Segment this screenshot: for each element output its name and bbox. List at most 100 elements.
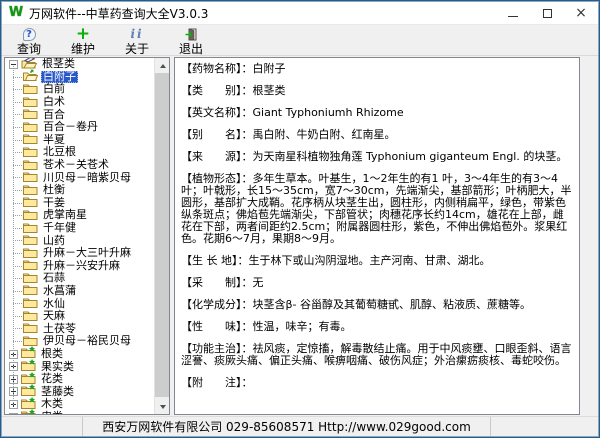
toolbar: ? 查询 + 维护 ii 关于 退出 [2, 25, 598, 56]
exit-button-label: 退出 [179, 42, 203, 56]
tree-connector-line [13, 215, 22, 216]
detail-section-text: 无 [253, 276, 264, 289]
status-panel-left [2, 417, 83, 436]
detail-section: 【采 制】：无 [181, 277, 573, 289]
tree-connector-line [13, 177, 22, 178]
scroll-down-button[interactable] [155, 399, 170, 414]
detail-section-label: 【英文名称】： [181, 106, 253, 119]
tree-connector-line [13, 341, 22, 342]
about-button-label: 关于 [125, 42, 149, 56]
minimize-icon [508, 16, 518, 17]
tree-connector-line [13, 228, 22, 229]
tree-item-label: 川贝母－暗紫贝母 [41, 172, 133, 184]
detail-section-text: Giant Typhoniumh Rhizome [253, 106, 404, 119]
starred-folder-icon [21, 409, 36, 414]
tree-item-label: 百合 [41, 109, 67, 121]
tree-item-label: 白前 [41, 83, 67, 95]
expand-box-icon[interactable] [9, 413, 18, 414]
tree-item-label: 花类 [39, 373, 65, 385]
scrollbar-thumb[interactable] [155, 73, 170, 397]
tree-item-label: 石蒜 [41, 272, 67, 284]
close-icon: × [575, 6, 587, 20]
app-window: W 万网软件--中草药查询大全V3.0.3 × ? 查询 + 维护 ii 关于 [0, 0, 600, 438]
tree-connector-line [13, 278, 22, 279]
title-bar: W 万网软件--中草药查询大全V3.0.3 × [2, 2, 598, 25]
tree-connector-line [13, 328, 22, 329]
tree-item-label: 果实类 [39, 361, 76, 373]
tree-scrollbar[interactable] [154, 58, 169, 414]
tree-item-label: 白术 [41, 96, 67, 108]
about-button[interactable]: ii 关于 [112, 26, 162, 56]
detail-section: 【药物名称】：白附子 [181, 63, 573, 75]
query-button-label: 查询 [17, 42, 41, 56]
detail-section-text: 根茎类 [253, 84, 286, 97]
tree-item-label: 杜衡 [41, 184, 67, 196]
exit-button[interactable]: 退出 [166, 26, 216, 56]
tree-connector-line [13, 77, 22, 78]
detail-section-label: 【生 长 地】： [181, 254, 249, 267]
exit-door-icon [185, 27, 198, 42]
detail-section: 【附 注】： [181, 377, 573, 389]
detail-section-label: 【性 味】： [181, 320, 253, 333]
tree-connector-line [13, 127, 22, 128]
tree-connector-line [13, 190, 22, 191]
tree-connector-line [13, 291, 22, 292]
detail-section: 【生 长 地】：生于林下或山沟阴湿地。主产河南、甘肃、湖北。 [181, 255, 573, 267]
tree-item-label: 天麻 [41, 310, 67, 322]
category-tree: 根茎类白附子白前白术百合百合－卷丹半夏北豆根苍术－关苍术川贝母－暗紫贝母杜衡干姜… [5, 58, 154, 414]
detail-section: 【来 源】：为天南星科植物独角莲 Typhonium giganteum Eng… [181, 151, 573, 163]
scroll-up-button[interactable] [155, 58, 170, 73]
maintain-button-label: 维护 [71, 42, 95, 56]
detail-section-text: 白附子 [253, 62, 286, 75]
tree-item-label: 皮类 [39, 411, 65, 414]
about-info-icon: ii [130, 27, 143, 42]
query-help-bubble-icon: ? [23, 27, 36, 42]
tree-item[interactable]: 皮类 [5, 411, 154, 414]
tree-item-label: 水仙 [41, 298, 67, 310]
detail-section-text: 禹白附、牛奶白附、红南星。 [253, 128, 396, 141]
detail-section-label: 【附 注】： [181, 376, 253, 389]
tree-connector-line [13, 66, 14, 406]
detail-section: 【别 名】：禹白附、牛奶白附、红南星。 [181, 129, 573, 141]
minimize-button[interactable] [496, 2, 530, 24]
detail-section: 【类 别】：根茎类 [181, 85, 573, 97]
detail-section-label: 【类 别】： [181, 84, 253, 97]
app-logo-icon: W [8, 5, 24, 21]
tree-item-label: 根茎类 [40, 58, 77, 70]
tree-connector-line [13, 203, 22, 204]
detail-section-label: 【来 源】： [181, 150, 253, 163]
arrow-up-icon [160, 64, 166, 68]
close-button[interactable]: × [564, 2, 598, 24]
tree-connector-line [13, 240, 22, 241]
detail-section: 【性 味】：性温，味辛；有毒。 [181, 321, 573, 333]
tree-item-label: 百合－卷丹 [41, 121, 100, 133]
window-title: 万网软件--中草药查询大全V3.0.3 [29, 5, 208, 22]
detail-section: 【植物形态】：多年生草本。叶基生，1～2年生的有1 叶，3～4年生的有3～4叶；… [181, 173, 573, 245]
window-controls: × [496, 2, 598, 24]
herb-detail-panel[interactable]: 【药物名称】：白附子【类 别】：根茎类【英文名称】：Giant Typhoniu… [174, 57, 580, 415]
main-area: 根茎类白附子白前白术百合百合－卷丹半夏北豆根苍术－关苍术川贝母－暗紫贝母杜衡干姜… [2, 57, 598, 416]
tree-item-label: 虎掌南星 [41, 209, 89, 221]
tree-connector-line [13, 102, 22, 103]
add-plus-icon: + [76, 27, 90, 42]
query-button[interactable]: ? 查询 [4, 26, 54, 56]
maximize-button[interactable] [530, 2, 564, 24]
tree-connector-line [13, 89, 22, 90]
tree-connector-line [13, 316, 22, 317]
detail-section: 【功能主治】：祛风痰，定惊搐，解毒散结止痛。用于中风痰壅、口眼歪斜、语言涩謇、痰… [181, 343, 573, 367]
arrow-down-icon [160, 405, 166, 409]
tree-connector-line [13, 114, 22, 115]
tree-item-label: 水菖蒲 [41, 285, 78, 297]
tree-connector-line [13, 303, 22, 304]
tree-item-label: 升麻－兴安升麻 [41, 260, 122, 272]
status-text: 西安万网软件有限公司 029-85608571 Http://www.029go… [83, 417, 491, 436]
detail-section: 【英文名称】：Giant Typhoniumh Rhizome [181, 107, 573, 119]
detail-section-text: 块茎含β- 谷甾醇及其葡萄糖甙、肌醇、粘液质、蔗糖等。 [253, 298, 531, 311]
tree-connector-line [13, 152, 22, 153]
tree-item-label: 山药 [41, 235, 67, 247]
tree-item-label: 苍术－关苍术 [41, 159, 111, 171]
maintain-button[interactable]: + 维护 [58, 26, 108, 56]
tree-connector-line [13, 253, 22, 254]
tree-item-label: 茎藤类 [39, 386, 76, 398]
category-tree-panel[interactable]: 根茎类白附子白前白术百合百合－卷丹半夏北豆根苍术－关苍术川贝母－暗紫贝母杜衡干姜… [4, 57, 170, 415]
